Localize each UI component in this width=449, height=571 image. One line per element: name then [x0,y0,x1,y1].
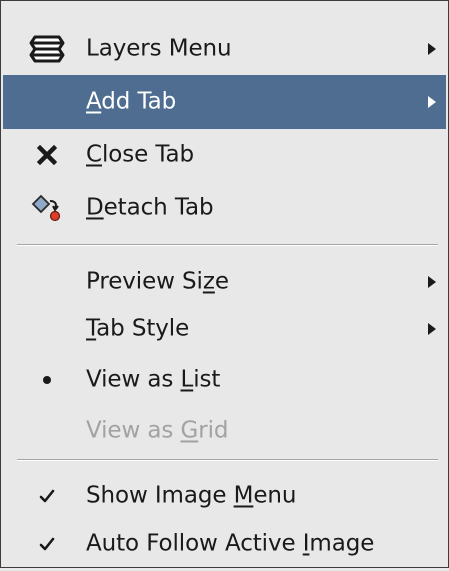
checkmark-icon [25,522,69,566]
menu-item-show-image-menu[interactable]: Show Image Menu [3,469,446,523]
menu-separator [17,459,438,461]
menu-item-detach-tab[interactable]: Detach Tab [3,181,446,235]
menu-item-tab-style[interactable]: Tab Style [3,302,446,356]
detach-icon [25,186,69,230]
close-icon [25,133,69,177]
menu-item-close-tab[interactable]: Close Tab [3,128,446,182]
menu-item-view-as-grid: View as Grid [86,417,229,444]
submenu-arrow-icon [428,43,436,55]
layers-icon [25,27,69,71]
submenu-arrow-icon [428,96,436,108]
submenu-arrow-icon [428,276,436,288]
bullet-icon [25,358,69,402]
menu-item-auto-follow-active-image[interactable]: Auto Follow Active Image [3,517,446,571]
menu-separator [17,244,438,246]
checkmark-icon [25,474,69,518]
menu-item-layers-menu[interactable]: Layers Menu [3,22,446,76]
menu-item-preview-size[interactable]: Preview Size [3,255,446,309]
menu-item-view-as-list[interactable]: View as List [3,353,446,407]
menu-item-add-tab[interactable]: Add Tab [3,75,446,129]
submenu-arrow-icon [428,323,436,335]
layers-dock-context-menu: Layers Menu Add Tab Close Tab Detach Tab… [0,0,449,568]
